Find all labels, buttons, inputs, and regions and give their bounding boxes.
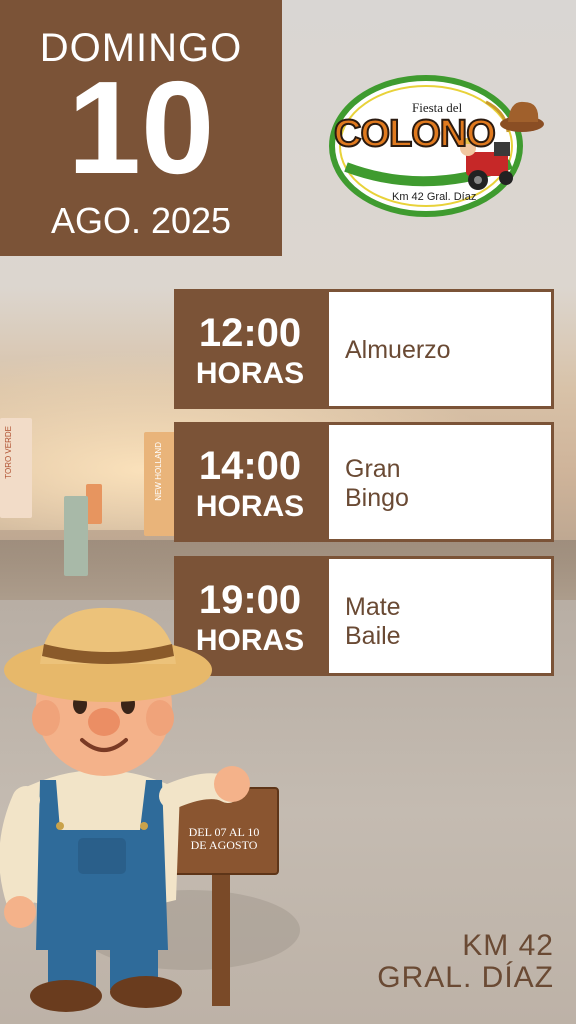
time: 14:00 bbox=[198, 444, 302, 488]
logo-place: Km 42 Gral. Díaz bbox=[392, 191, 476, 203]
sign-line2: DE AGOSTO bbox=[191, 838, 258, 852]
event-box: Mate Baile bbox=[326, 556, 554, 676]
location-line1: KM 42 bbox=[462, 929, 554, 962]
day-number: 10 bbox=[67, 54, 215, 201]
event-box: Almuerzo bbox=[326, 289, 554, 409]
event-box: Gran Bingo bbox=[326, 422, 554, 542]
time-unit: HORAS bbox=[195, 357, 305, 390]
schedule-row: 14:00 HORAS Gran Bingo bbox=[174, 422, 554, 542]
event-name: Almuerzo bbox=[345, 336, 451, 364]
banner-right-text: NEW HOLLAND bbox=[154, 442, 163, 501]
event-name-line2: Bingo bbox=[345, 484, 409, 512]
time-unit: HORAS bbox=[195, 490, 305, 523]
time: 12:00 bbox=[198, 311, 302, 355]
location-line2: GRAL. DÍAZ bbox=[377, 960, 554, 994]
time-box: 14:00 HORAS bbox=[174, 422, 326, 542]
event-name-line2: Baile bbox=[345, 622, 401, 650]
date-box: DOMINGO 10 AGO. 2025 bbox=[0, 0, 282, 256]
farmer-mascot-illustration: DEL 07 AL 10 DE AGOSTO bbox=[0, 607, 300, 1012]
sign-line1: DEL 07 AL 10 bbox=[189, 825, 260, 839]
banner-small-green bbox=[64, 496, 88, 576]
time-box: 12:00 HORAS bbox=[174, 289, 326, 409]
banner-right: NEW HOLLAND bbox=[144, 432, 176, 536]
event-name-line1: Mate bbox=[345, 593, 401, 621]
fiesta-del-colono-logo: Fiesta del COLONO Nuestra Fiesta Km 42 G… bbox=[329, 75, 544, 217]
banner-small-orange bbox=[86, 484, 102, 524]
schedule-row: 12:00 HORAS Almuerzo bbox=[174, 289, 554, 409]
logo-slogan: Nuestra Fiesta bbox=[370, 155, 435, 166]
logo-name: COLONO bbox=[334, 113, 495, 155]
location: KM 42 GRAL. DÍAZ bbox=[377, 930, 554, 993]
month-year: AGO. 2025 bbox=[50, 200, 232, 241]
banner-left-text: TORO VERDE bbox=[4, 426, 13, 479]
event-name-line1: Gran bbox=[345, 455, 401, 483]
banner-left: TORO VERDE bbox=[0, 418, 32, 518]
